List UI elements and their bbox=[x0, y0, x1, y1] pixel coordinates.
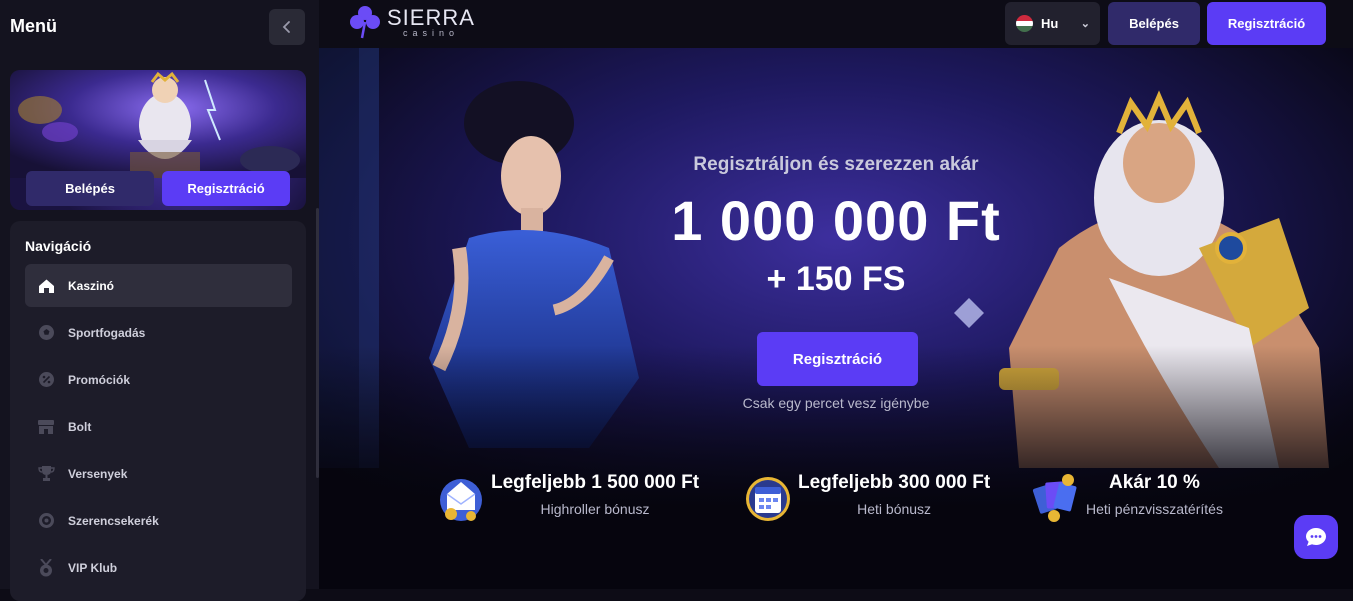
bonus-description: Heti pénzvisszatérítés bbox=[1086, 501, 1223, 517]
sidebar-item-bolt[interactable]: Bolt bbox=[25, 405, 292, 448]
sidebar-item-label: Kaszinó bbox=[68, 278, 115, 293]
trophy-icon bbox=[37, 465, 55, 483]
calendar-icon bbox=[746, 477, 790, 521]
money-envelope-icon bbox=[440, 479, 482, 521]
live-chat-button[interactable] bbox=[1294, 515, 1338, 559]
sidebar-auth-buttons: Belépés Regisztráció bbox=[26, 171, 290, 206]
navigation-list: Kaszinó Sportfogadás Promóciók Bolt Vers… bbox=[25, 264, 292, 593]
bonus-title: Akár 10 % bbox=[1109, 472, 1200, 493]
hero-banner: Regisztráljon és szerezzen akár 1 000 00… bbox=[319, 48, 1353, 589]
sidebar-item-vip-klub[interactable]: VIP Klub bbox=[25, 546, 292, 589]
bonus-title: Legfeljebb 1 500 000 Ft bbox=[491, 472, 700, 493]
sierra-logo[interactable]: SIERRA casino bbox=[349, 5, 475, 39]
chevron-down-icon: ⌄ bbox=[1080, 18, 1090, 30]
language-value: Hu bbox=[1041, 16, 1059, 31]
medal-icon bbox=[37, 558, 55, 577]
zeus-promo-illustration bbox=[10, 70, 306, 178]
logo-subtitle: casino bbox=[402, 27, 459, 38]
sidebar-item-label: Promóciók bbox=[68, 372, 131, 387]
clover-logo-icon bbox=[350, 6, 380, 39]
bonus-weekly[interactable]: Legfeljebb 300 000 Ft Heti bónusz bbox=[744, 472, 990, 524]
sidebar-item-label: VIP Klub bbox=[68, 560, 118, 575]
hero-free-spins: + 150 FS bbox=[766, 260, 906, 298]
header-login-button[interactable]: Belépés bbox=[1108, 2, 1200, 45]
sidebar-register-button[interactable]: Regisztráció bbox=[162, 171, 290, 206]
hero-register-button[interactable]: Regisztráció bbox=[757, 332, 918, 386]
chevron-left-icon bbox=[282, 21, 290, 33]
hero-bonus-amount: 1 000 000 Ft bbox=[671, 189, 1001, 252]
cards-cashback-icon bbox=[1032, 474, 1077, 522]
sidebar-item-label: Bolt bbox=[68, 419, 92, 434]
sidebar-item-label: Versenyek bbox=[68, 466, 128, 481]
bonus-cashback[interactable]: Akár 10 % Heti pénzvisszatérítés bbox=[1032, 472, 1223, 524]
sidebar-item-kaszino[interactable]: Kaszinó bbox=[25, 264, 292, 307]
header-register-button[interactable]: Regisztráció bbox=[1207, 2, 1326, 45]
bonus-description: Heti bónusz bbox=[857, 501, 932, 517]
navigation-title: Navigáció bbox=[25, 238, 92, 254]
logo-wordmark: SIERRA bbox=[387, 4, 475, 30]
wheel-icon bbox=[37, 512, 55, 530]
bonus-description: Highroller bónusz bbox=[540, 501, 650, 517]
percent-badge-icon bbox=[37, 371, 55, 389]
shop-icon bbox=[37, 418, 55, 436]
menu-title: Menü bbox=[10, 16, 57, 36]
sidebar-item-label: Szerencsekerék bbox=[68, 513, 159, 528]
sidebar-login-button[interactable]: Belépés bbox=[26, 171, 154, 206]
sidebar-item-versenyek[interactable]: Versenyek bbox=[25, 452, 292, 495]
hero-subtitle: Regisztráljon és szerezzen akár bbox=[693, 154, 979, 175]
sidebar-item-szerencsekerek[interactable]: Szerencsekerék bbox=[25, 499, 292, 542]
hero-note: Csak egy percet vesz igénybe bbox=[742, 395, 930, 411]
top-header: SIERRA casino Hu ⌄ Belépés Regisztráció bbox=[319, 0, 1353, 48]
bonus-title: Legfeljebb 300 000 Ft bbox=[798, 472, 991, 493]
sidebar-item-label: Sportfogadás bbox=[68, 325, 146, 340]
chat-bubble-icon bbox=[1306, 528, 1326, 546]
hungary-flag-icon bbox=[1016, 15, 1033, 32]
sidebar-collapse-button[interactable] bbox=[269, 9, 305, 45]
navigation-panel: Navigáció Kaszinó Sportfogadás Promóciók bbox=[10, 221, 306, 601]
sidebar-item-sportfogadas[interactable]: Sportfogadás bbox=[25, 311, 292, 354]
soccer-ball-icon bbox=[37, 324, 55, 342]
sidebar-item-promociok[interactable]: Promóciók bbox=[25, 358, 292, 401]
bonus-highroller[interactable]: Legfeljebb 1 500 000 Ft Highroller bónus… bbox=[437, 472, 699, 524]
language-select[interactable]: Hu ⌄ bbox=[1005, 2, 1100, 45]
sidebar: Menü Belépés Regisztráció Navigáció Kasz… bbox=[0, 0, 319, 601]
home-icon bbox=[37, 277, 55, 295]
